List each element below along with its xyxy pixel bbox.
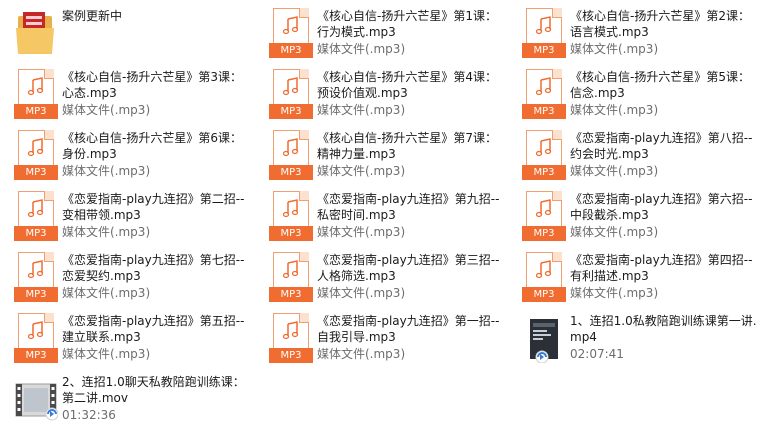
mp3-file-icon: MP3: [522, 191, 566, 241]
file-item-mp3[interactable]: MP3 《恋爱指南-play九连招》第三招-- 人格筛选.mp3 媒体文件(.m…: [263, 248, 513, 304]
file-item-mp3[interactable]: MP3 《核心自信-扬升六芒星》第6课： 身份.mp3 媒体文件(.mp3): [8, 126, 258, 182]
file-item-mp3[interactable]: MP3 《恋爱指南-play九连招》第一招-- 自我引导.mp3 媒体文件(.m…: [263, 309, 513, 365]
file-type: 媒体文件(.mp3): [317, 42, 406, 56]
file-item-mp3[interactable]: MP3 《核心自信-扬升六芒星》第7课： 精神力量.mp3 媒体文件(.mp3): [263, 126, 513, 182]
file-type: 媒体文件(.mp3): [62, 164, 151, 178]
file-item-mp3[interactable]: MP3 《核心自信-扬升六芒星》第3课： 心态.mp3 媒体文件(.mp3): [8, 65, 258, 121]
mp3-file-icon: MP3: [269, 130, 313, 180]
file-item-mp3[interactable]: MP3 《恋爱指南-play九连招》第五招-- 建立联系.mp3 媒体文件(.m…: [8, 309, 258, 365]
file-type: 媒体文件(.mp3): [317, 225, 406, 239]
file-name: 案例更新中: [62, 9, 123, 23]
mp3-badge: MP3: [269, 104, 313, 119]
file-name: 《核心自信-扬升六芒星》第1课： 行为模式.mp3: [317, 9, 497, 39]
mp3-badge: MP3: [269, 287, 313, 302]
mp3-file-icon: MP3: [269, 313, 313, 363]
file-type: 媒体文件(.mp3): [62, 103, 151, 117]
file-name: 《恋爱指南-play九连招》第六招-- 中段截杀.mp3: [570, 192, 753, 222]
file-type: 媒体文件(.mp3): [570, 286, 659, 300]
file-item-mp3[interactable]: MP3 《恋爱指南-play九连招》第八招-- 约会时光.mp3 媒体文件(.m…: [516, 126, 766, 182]
mp3-badge: MP3: [522, 165, 566, 180]
mp3-file-icon: MP3: [14, 191, 58, 241]
file-name: 《恋爱指南-play九连招》第一招-- 自我引导.mp3: [317, 314, 500, 344]
mp3-badge: MP3: [522, 104, 566, 119]
file-name: 《恋爱指南-play九连招》第七招-- 恋爱契约.mp3: [62, 253, 245, 283]
file-name: 《核心自信-扬升六芒星》第5课： 信念.mp3: [570, 70, 750, 100]
mp3-file-icon: MP3: [14, 313, 58, 363]
file-type: 媒体文件(.mp3): [317, 286, 406, 300]
file-item-folder[interactable]: 案例更新中: [8, 4, 258, 60]
mp3-badge: MP3: [14, 226, 58, 241]
mp3-badge: MP3: [522, 226, 566, 241]
file-type: 媒体文件(.mp3): [570, 225, 659, 239]
file-name: 《核心自信-扬升六芒星》第6课： 身份.mp3: [62, 131, 242, 161]
file-item-mp3[interactable]: MP3 《核心自信-扬升六芒星》第4课： 预设价值观.mp3 媒体文件(.mp3…: [263, 65, 513, 121]
file-name: 《恋爱指南-play九连招》第五招-- 建立联系.mp3: [62, 314, 245, 344]
mp3-badge: MP3: [14, 104, 58, 119]
mp3-badge: MP3: [522, 287, 566, 302]
video-file-icon: [14, 374, 59, 424]
file-item-mp3[interactable]: MP3 《恋爱指南-play九连招》第四招-- 有利描述.mp3 媒体文件(.m…: [516, 248, 766, 304]
file-item-mp3[interactable]: MP3 《核心自信-扬升六芒星》第1课： 行为模式.mp3 媒体文件(.mp3): [263, 4, 513, 60]
mp3-file-icon: MP3: [269, 191, 313, 241]
file-type: 媒体文件(.mp3): [62, 286, 151, 300]
file-name: 2、连招1.0聊天私教陪跑训练课： 第二讲.mov: [62, 375, 245, 405]
mp3-file-icon: MP3: [14, 130, 58, 180]
file-name: 《恋爱指南-play九连招》第三招-- 人格筛选.mp3: [317, 253, 500, 283]
mp3-badge: MP3: [14, 287, 58, 302]
mp3-badge: MP3: [14, 348, 58, 363]
file-type: 媒体文件(.mp3): [317, 103, 406, 117]
file-item-mov[interactable]: 2、连招1.0聊天私教陪跑训练课： 第二讲.mov 01:32:36: [8, 370, 258, 426]
video-duration: 01:32:36: [62, 408, 116, 422]
mp3-badge: MP3: [269, 43, 313, 58]
mp3-badge: MP3: [522, 43, 566, 58]
mp3-badge: MP3: [269, 165, 313, 180]
file-name: 《核心自信-扬升六芒星》第7课： 精神力量.mp3: [317, 131, 497, 161]
file-item-mp4[interactable]: 1、连招1.0私教陪跑训练课第一讲. mp4 02:07:41: [516, 309, 766, 365]
video-duration: 02:07:41: [570, 347, 624, 361]
mp3-badge: MP3: [269, 226, 313, 241]
mp3-file-icon: MP3: [14, 69, 58, 119]
file-item-mp3[interactable]: MP3 《恋爱指南-play九连招》第七招-- 恋爱契约.mp3 媒体文件(.m…: [8, 248, 258, 304]
mp3-file-icon: MP3: [522, 69, 566, 119]
file-name: 《恋爱指南-play九连招》第四招-- 有利描述.mp3: [570, 253, 753, 283]
file-type: 媒体文件(.mp3): [62, 347, 151, 361]
file-type: 媒体文件(.mp3): [62, 225, 151, 239]
file-name: 《核心自信-扬升六芒星》第2课： 语言模式.mp3: [570, 9, 750, 39]
folder-icon: [14, 8, 58, 58]
file-type: 媒体文件(.mp3): [317, 347, 406, 361]
file-item-mp3[interactable]: MP3 《核心自信-扬升六芒星》第2课： 语言模式.mp3 媒体文件(.mp3): [516, 4, 766, 60]
video-thumbnail-icon: [522, 313, 566, 364]
file-item-mp3[interactable]: MP3 《恋爱指南-play九连招》第二招-- 变相带领.mp3 媒体文件(.m…: [8, 187, 258, 243]
mp3-file-icon: MP3: [269, 69, 313, 119]
mp3-file-icon: MP3: [522, 130, 566, 180]
file-item-mp3[interactable]: MP3 《恋爱指南-play九连招》第六招-- 中段截杀.mp3 媒体文件(.m…: [516, 187, 766, 243]
file-type: 媒体文件(.mp3): [570, 164, 659, 178]
mp3-file-icon: MP3: [269, 252, 313, 302]
mp3-file-icon: MP3: [14, 252, 58, 302]
file-name: 《核心自信-扬升六芒星》第4课： 预设价值观.mp3: [317, 70, 497, 100]
mp3-badge: MP3: [14, 165, 58, 180]
file-type: 媒体文件(.mp3): [570, 42, 659, 56]
mp3-file-icon: MP3: [269, 8, 313, 58]
mp3-file-icon: MP3: [522, 8, 566, 58]
file-name: 《恋爱指南-play九连招》第二招-- 变相带领.mp3: [62, 192, 245, 222]
file-name: 1、连招1.0私教陪跑训练课第一讲. mp4: [570, 314, 757, 344]
mp3-file-icon: MP3: [522, 252, 566, 302]
file-item-mp3[interactable]: MP3 《核心自信-扬升六芒星》第5课： 信念.mp3 媒体文件(.mp3): [516, 65, 766, 121]
file-name: 《核心自信-扬升六芒星》第3课： 心态.mp3: [62, 70, 242, 100]
file-item-mp3[interactable]: MP3 《恋爱指南-play九连招》第九招-- 私密时间.mp3 媒体文件(.m…: [263, 187, 513, 243]
mp3-badge: MP3: [269, 348, 313, 363]
file-type: 媒体文件(.mp3): [570, 103, 659, 117]
file-name: 《恋爱指南-play九连招》第八招-- 约会时光.mp3: [570, 131, 753, 161]
file-name: 《恋爱指南-play九连招》第九招-- 私密时间.mp3: [317, 192, 500, 222]
file-type: 媒体文件(.mp3): [317, 164, 406, 178]
